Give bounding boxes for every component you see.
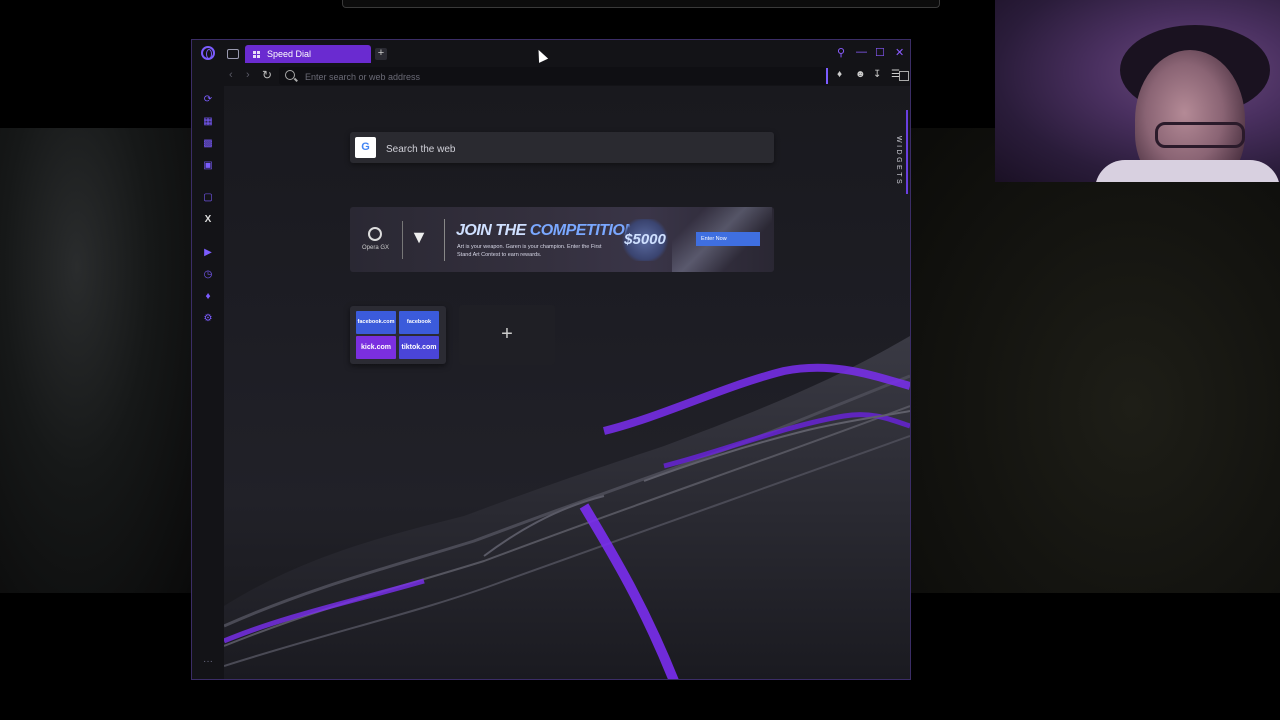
top-strip	[342, 0, 940, 8]
forward-icon[interactable]: ›	[246, 69, 250, 81]
webcam-shirt	[1095, 160, 1280, 182]
tab-islands-icon[interactable]	[227, 49, 239, 59]
close-icon[interactable]: ✕	[895, 46, 904, 59]
banner-divider-2	[444, 219, 445, 261]
player-icon[interactable]: ▶	[202, 247, 214, 259]
tab-label: Speed Dial	[267, 49, 312, 59]
banner-brand: Opera GX	[362, 245, 390, 251]
enter-now-button[interactable]: Enter Now	[696, 232, 760, 246]
account-icon[interactable]: ☻	[855, 69, 866, 80]
address-input[interactable]	[303, 69, 787, 85]
minimize-icon[interactable]: —	[856, 46, 867, 58]
history-icon[interactable]: ◷	[202, 269, 214, 281]
web-search-input[interactable]	[384, 140, 768, 158]
speed-dial-tile[interactable]: tiktok.com	[399, 336, 439, 359]
tab-speed-dial[interactable]: Speed Dial	[245, 45, 371, 63]
opera-gx-logo-icon[interactable]	[201, 46, 215, 60]
search-icon[interactable]: ⚲	[837, 46, 845, 59]
google-icon: G	[355, 137, 376, 158]
sidebar: ⟳ ▦ ▩ ▣ ▢ X ▶ ◷ ♦ ⚙ ···	[192, 86, 224, 679]
webcam-overlay	[995, 0, 1280, 182]
background-right	[910, 128, 1280, 593]
x-icon[interactable]: X	[202, 214, 214, 226]
back-icon[interactable]: ‹	[229, 69, 233, 81]
speed-dial-folder[interactable]: facebook.com facebook Faceb... kick.com …	[350, 306, 446, 364]
speed-dial-tile[interactable]: kick.com	[356, 336, 396, 359]
banner-subtext: Art is your weapon. Garen is your champi…	[457, 244, 602, 258]
speed-dial-icon	[253, 50, 260, 58]
twitch-icon[interactable]: ▢	[202, 192, 214, 204]
webcam-glasses	[1155, 122, 1245, 148]
messenger-icon[interactable]: ▣	[202, 160, 214, 172]
maximize-icon[interactable]: ☐	[875, 46, 885, 59]
widgets-toggle[interactable]: WIDGETS	[888, 136, 902, 216]
speed-dial-tile[interactable]: facebook.com	[356, 311, 396, 334]
address-search-icon	[285, 70, 295, 80]
banner-divider	[402, 221, 403, 259]
speed-dial-page: G Opera GX ▼ JOIN THE COMPETITION Art is…	[224, 86, 910, 679]
shield-emblem-icon: ▼	[410, 227, 428, 247]
games-icon[interactable]: ▩	[202, 138, 214, 150]
background-left	[0, 128, 192, 593]
more-options-icon[interactable]: ···	[202, 656, 214, 668]
new-tab-button[interactable]: +	[375, 48, 387, 60]
add-speed-dial-button[interactable]: +	[459, 305, 555, 365]
shop-icon[interactable]: ▦	[202, 116, 214, 128]
settings-icon[interactable]: ⚙	[202, 313, 214, 325]
menu-icon[interactable]: ☰	[891, 69, 900, 80]
toolbar: ‹ › ↻ ♦ ☻ ↧ ☰	[192, 66, 910, 86]
opera-logo-icon	[368, 227, 382, 241]
banner-headline: JOIN THE COMPETITION	[456, 222, 636, 239]
speed-dial-tile[interactable]: facebook Faceb...	[399, 311, 439, 348]
sidebar-extensions-icon[interactable]: ♦	[202, 291, 214, 303]
download-icon[interactable]: ↧	[873, 69, 881, 80]
gx-corner-icon[interactable]: ⟳	[202, 94, 214, 106]
snapshot-icon[interactable]	[899, 71, 909, 81]
browser-window: Speed Dial + ⚲ — ☐ ✕ ‹ › ↻ ♦ ☻ ↧ ☰ ⟳ ▦ ▩…	[191, 39, 911, 680]
banner-prize: $5000	[620, 219, 670, 261]
extensions-icon[interactable]: ♦	[837, 69, 842, 80]
title-bar: Speed Dial + ⚲ — ☐ ✕	[192, 40, 910, 66]
promo-banner[interactable]: Opera GX ▼ JOIN THE COMPETITION Art is y…	[350, 207, 774, 272]
web-search-box[interactable]: G	[350, 132, 774, 163]
toolbar-accent-divider	[826, 68, 828, 84]
reload-icon[interactable]: ↻	[262, 68, 272, 82]
widgets-accent-bar	[906, 110, 908, 194]
address-bar[interactable]	[279, 67, 909, 85]
background-wallpaper	[224, 336, 910, 679]
